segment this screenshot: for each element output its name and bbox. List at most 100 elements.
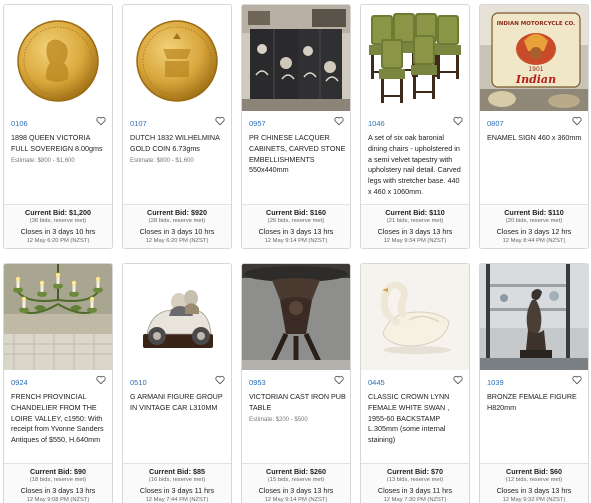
lot-title[interactable]: FRENCH PROVINCIAL CHANDELIER FROM THE LO…	[11, 392, 108, 446]
heart-icon[interactable]	[96, 116, 106, 126]
current-bid: Current Bid: $110	[504, 208, 564, 217]
lot-number[interactable]: 0957	[249, 119, 266, 128]
lot-card[interactable]: 0924 FRENCH PROVINCIAL CHANDELIER FROM T…	[3, 263, 113, 503]
heart-icon[interactable]	[453, 116, 463, 126]
lot-title[interactable]: A set of six oak baronial dining chairs …	[368, 133, 465, 198]
lot-number[interactable]: 1039	[487, 378, 504, 387]
closing-date: 12 May 8:44 PM (NZST)	[502, 238, 566, 244]
lot-number[interactable]: 0953	[249, 378, 266, 387]
lot-number[interactable]: 1046	[368, 119, 385, 128]
lot-card[interactable]: 1039 BRONZE FEMALE FIGURE H820mm Current…	[479, 263, 589, 503]
heart-icon[interactable]	[96, 375, 106, 385]
lot-title[interactable]: CLASSIC CROWN LYNN FEMALE WHITE SWAN , 1…	[368, 392, 465, 446]
lot-card[interactable]: INDIAN MOTORCYCLE CO. 1901 Indian 0807 E…	[479, 4, 589, 249]
closing-countdown: Closes in 3 days 13 hrs	[20, 486, 96, 495]
bid-info: Current Bid: $160 (26 bids, reserve met)…	[242, 204, 350, 248]
heart-icon[interactable]	[453, 375, 463, 385]
bid-count: (28 bids, reserve met)	[148, 218, 206, 224]
bid-count: (36 bids, reserve met)	[29, 218, 87, 224]
current-bid: Current Bid: $90	[30, 467, 86, 476]
heart-icon[interactable]	[215, 116, 225, 126]
bid-count: (20 bids, reserve met)	[505, 218, 563, 224]
bid-count: (26 bids, reserve met)	[267, 218, 325, 224]
bid-info: Current Bid: $260 (15 bids, reserve met)…	[242, 463, 350, 503]
closing-countdown: Closes in 3 days 10 hrs	[20, 227, 96, 236]
closing-countdown: Closes in 3 days 10 hrs	[139, 227, 215, 236]
lot-card[interactable]: 0510 G ARMANI FIGURE GROUP IN VINTAGE CA…	[122, 263, 232, 503]
closing-countdown: Closes in 3 days 13 hrs	[258, 227, 334, 236]
closing-countdown: Closes in 3 days 11 hrs	[139, 486, 215, 495]
closing-date: 12 May 7:30 PM (NZST)	[383, 497, 447, 503]
closing-date: 12 May 9:32 PM (NZST)	[502, 497, 566, 503]
bid-info: Current Bid: $90 (18 bids, reserve met) …	[4, 463, 112, 503]
svg-text:INDIAN MOTORCYCLE CO.: INDIAN MOTORCYCLE CO.	[497, 21, 576, 27]
bid-count: (13 bids, reserve met)	[386, 477, 444, 483]
current-bid: Current Bid: $260	[266, 467, 326, 476]
current-bid: Current Bid: $1,200	[25, 208, 91, 217]
lot-card[interactable]: 0106 1898 QUEEN VICTORIA FULL SOVEREIGN …	[3, 4, 113, 249]
lot-title[interactable]: BRONZE FEMALE FIGURE H820mm	[487, 392, 584, 414]
closing-date: 12 May 6:20 PM (NZST)	[145, 238, 209, 244]
bid-count: (16 bids, reserve met)	[148, 477, 206, 483]
lot-title[interactable]: ENAMEL SIGN 460 x 360mm	[487, 133, 584, 144]
lot-title[interactable]: PR CHINESE LACQUER CABINETS, CARVED STON…	[249, 133, 346, 176]
lot-number[interactable]: 0107	[130, 119, 147, 128]
lot-card[interactable]: 0107 DUTCH 1832 WILHELMINA GOLD COIN 6.7…	[122, 4, 232, 249]
closing-countdown: Closes in 3 days 13 hrs	[258, 486, 334, 495]
current-bid: Current Bid: $920	[147, 208, 207, 217]
closing-date: 12 May 9:14 PM (NZST)	[264, 497, 328, 503]
closing-countdown: Closes in 3 days 12 hrs	[496, 227, 572, 236]
lot-estimate: Estimate: $800 - $1,600	[11, 157, 75, 164]
heart-icon[interactable]	[572, 116, 582, 126]
lot-image-white-swan[interactable]	[361, 264, 469, 370]
lot-image-bronze-figure[interactable]	[480, 264, 588, 370]
svg-text:Indian: Indian	[515, 73, 556, 86]
lot-estimate: Estimate: $800 - $1,600	[130, 157, 194, 164]
current-bid: Current Bid: $110	[385, 208, 445, 217]
closing-date: 12 May 9:08 PM (NZST)	[26, 497, 90, 503]
current-bid: Current Bid: $60	[506, 467, 562, 476]
heart-icon[interactable]	[334, 116, 344, 126]
bid-count: (15 bids, reserve met)	[267, 477, 325, 483]
lot-number[interactable]: 0106	[11, 119, 28, 128]
lot-card[interactable]: 0957 PR CHINESE LACQUER CABINETS, CARVED…	[241, 4, 351, 249]
lot-number[interactable]: 0924	[11, 378, 28, 387]
lot-image-lacquer-cabinets[interactable]	[242, 5, 350, 111]
heart-icon[interactable]	[215, 375, 225, 385]
lot-number[interactable]: 0510	[130, 378, 147, 387]
lot-number[interactable]: 0807	[487, 119, 504, 128]
closing-date: 12 May 6:20 PM (NZST)	[26, 238, 90, 244]
lot-card[interactable]: 0445 CLASSIC CROWN LYNN FEMALE WHITE SWA…	[360, 263, 470, 503]
lot-title[interactable]: G ARMANI FIGURE GROUP IN VINTAGE CAR L31…	[130, 392, 227, 414]
lot-card[interactable]: 1046 A set of six oak baronial dining ch…	[360, 4, 470, 249]
bid-count: (12 bids, reserve met)	[505, 477, 563, 483]
lot-title[interactable]: DUTCH 1832 WILHELMINA GOLD COIN 6.73gms	[130, 133, 227, 155]
heart-icon[interactable]	[572, 375, 582, 385]
bid-count: (18 bids, reserve met)	[29, 477, 87, 483]
lot-image-dining-chairs[interactable]	[361, 5, 469, 111]
closing-date: 12 May 9:34 PM (NZST)	[383, 238, 447, 244]
closing-date: 12 May 7:44 PM (NZST)	[145, 497, 209, 503]
lot-title[interactable]: VICTORIAN CAST IRON PUB TABLE	[249, 392, 346, 414]
lot-image-gold-coin-victoria[interactable]	[4, 5, 112, 111]
bid-info: Current Bid: $60 (12 bids, reserve met) …	[480, 463, 588, 503]
lot-card[interactable]: 0953 VICTORIAN CAST IRON PUB TABLE Estim…	[241, 263, 351, 503]
bid-info: Current Bid: $110 (20 bids, reserve met)…	[480, 204, 588, 248]
bid-info: Current Bid: $85 (16 bids, reserve met) …	[123, 463, 231, 503]
lot-title[interactable]: 1898 QUEEN VICTORIA FULL SOVEREIGN 8.00g…	[11, 133, 108, 155]
lot-image-enamel-sign[interactable]: INDIAN MOTORCYCLE CO. 1901 Indian	[480, 5, 588, 111]
lot-number[interactable]: 0445	[368, 378, 385, 387]
current-bid: Current Bid: $160	[266, 208, 326, 217]
bid-info: Current Bid: $70 (13 bids, reserve met) …	[361, 463, 469, 503]
lot-image-gold-coin-dutch[interactable]	[123, 5, 231, 111]
lot-image-chandelier[interactable]	[4, 264, 112, 370]
svg-text:1901: 1901	[528, 66, 543, 73]
heart-icon[interactable]	[334, 375, 344, 385]
closing-countdown: Closes in 3 days 13 hrs	[496, 486, 572, 495]
lot-image-vintage-car-figure[interactable]	[123, 264, 231, 370]
lot-image-cast-iron-table[interactable]	[242, 264, 350, 370]
bid-count: (21 bids, reserve met)	[386, 218, 444, 224]
closing-countdown: Closes in 3 days 13 hrs	[377, 227, 453, 236]
current-bid: Current Bid: $85	[149, 467, 205, 476]
closing-countdown: Closes in 3 days 11 hrs	[377, 486, 453, 495]
